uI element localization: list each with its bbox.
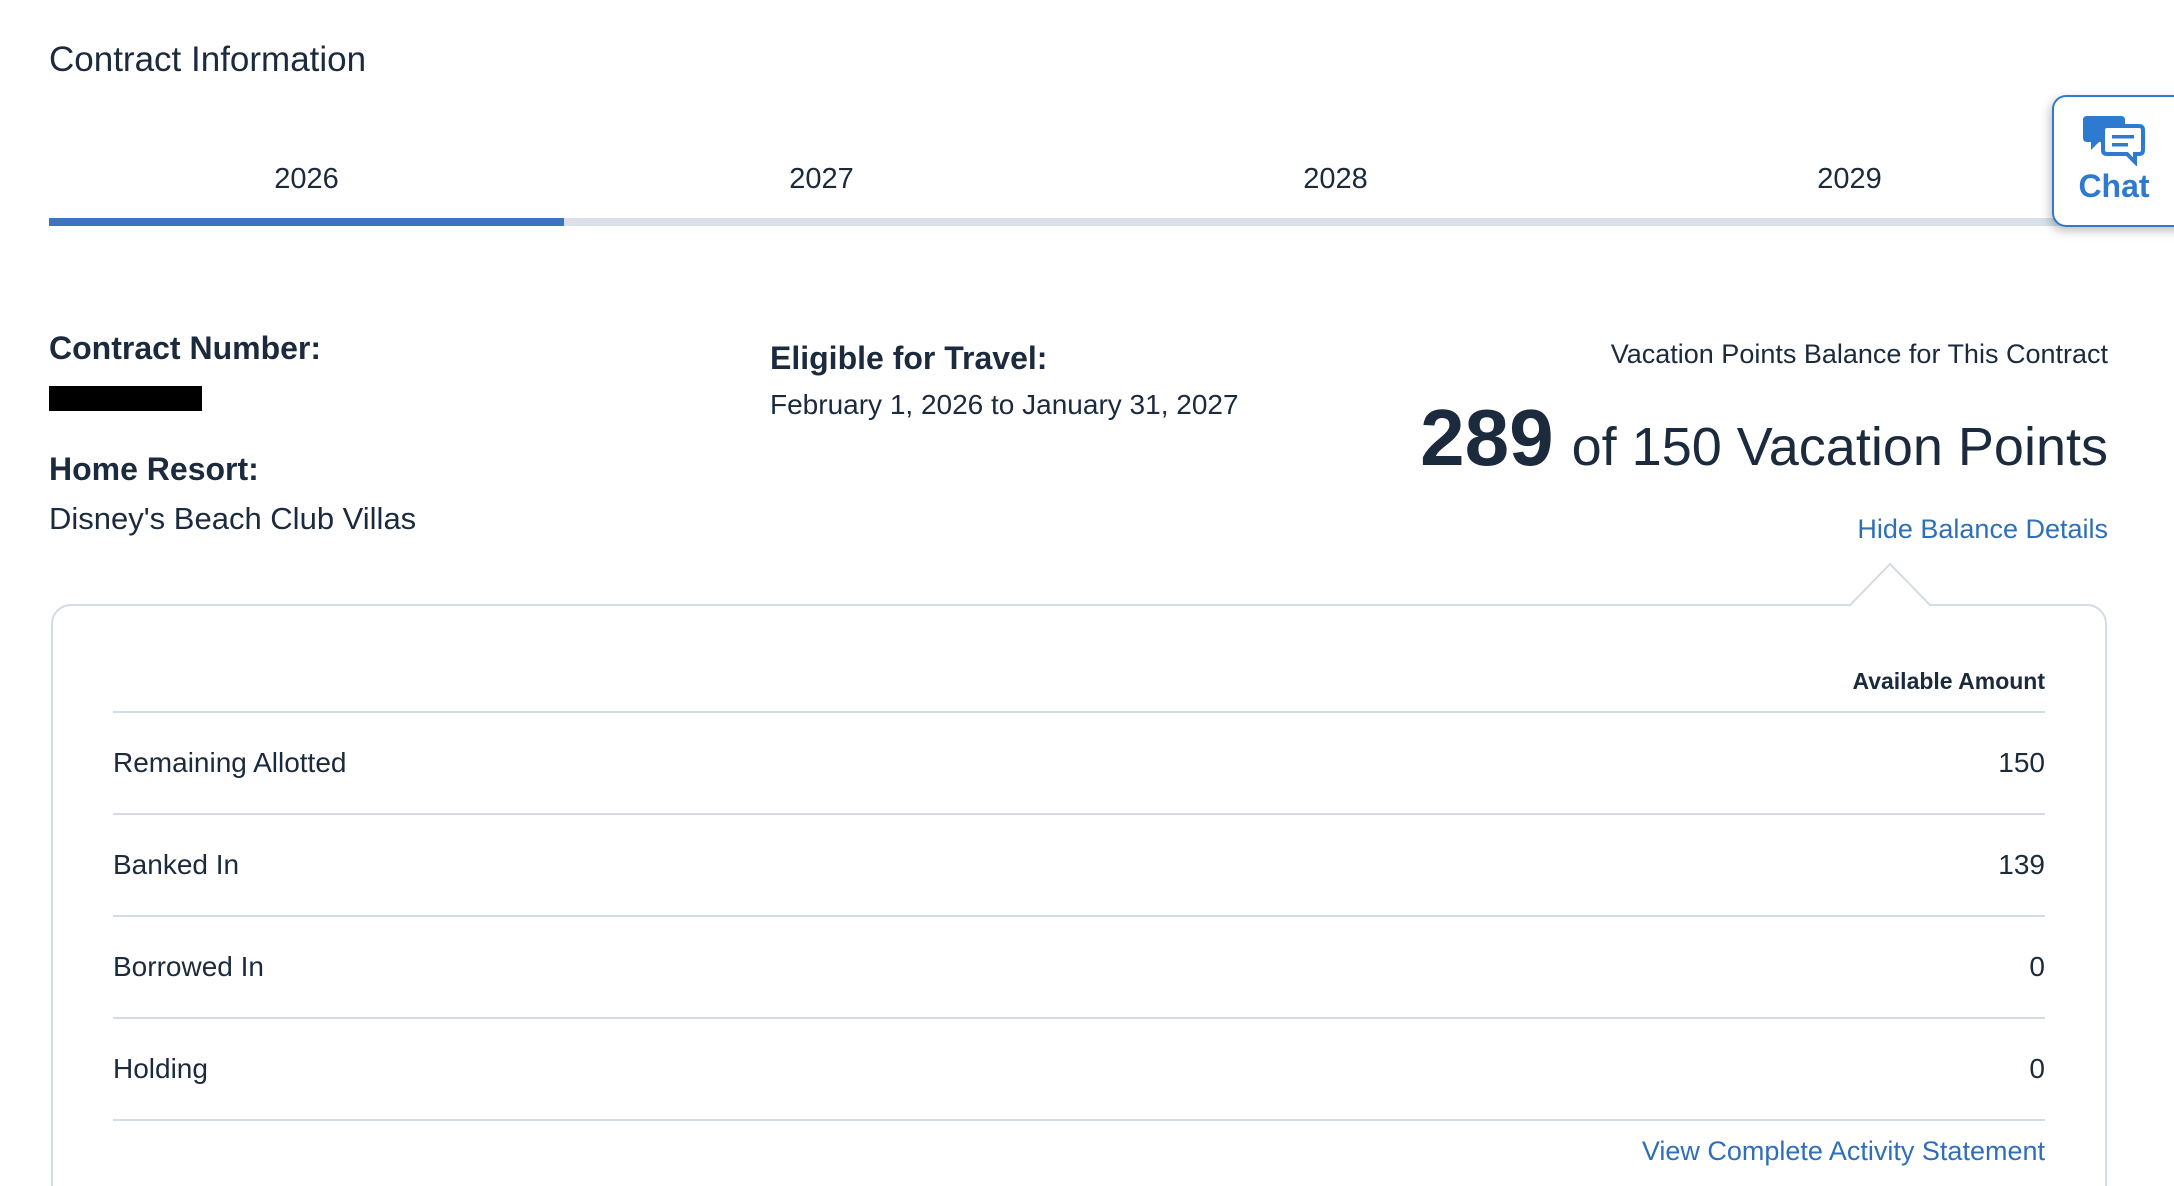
- contract-information-page: Contract Information 2026 2027 2028 2029…: [0, 0, 2174, 1186]
- tab-2029[interactable]: 2029: [1592, 140, 2107, 218]
- contract-number-label: Contract Number:: [49, 330, 322, 366]
- tab-2028[interactable]: 2028: [1078, 140, 1593, 218]
- view-activity-statement-link[interactable]: View Complete Activity Statement: [1642, 1136, 2045, 1167]
- section-title: Contract Information: [49, 40, 367, 79]
- table-row: Holding 0: [113, 1019, 2045, 1121]
- chat-button[interactable]: Chat: [2052, 95, 2174, 227]
- points-balance: 289 of 150 Vacation Points: [1420, 398, 2108, 478]
- row-label: Remaining Allotted: [113, 747, 347, 778]
- row-value: 0: [2029, 1053, 2045, 1084]
- row-label: Borrowed In: [113, 951, 264, 982]
- home-resort-value: Disney's Beach Club Villas: [49, 501, 417, 536]
- table-row: Remaining Allotted 150: [113, 713, 2045, 815]
- tab-selected-indicator: [49, 218, 564, 226]
- table-row: Borrowed In 0: [113, 917, 2045, 1019]
- row-value: 139: [1998, 849, 2045, 880]
- tab-2026[interactable]: 2026: [49, 140, 564, 218]
- row-label: Holding: [113, 1053, 208, 1084]
- chat-label: Chat: [2078, 167, 2150, 204]
- table-row: Banked In 139: [113, 815, 2045, 917]
- points-balance-total: of 150 Vacation Points: [1571, 417, 2108, 477]
- eligible-for-travel-value: February 1, 2026 to January 31, 2027: [770, 389, 1239, 420]
- chat-bubbles-icon: [2083, 115, 2145, 166]
- contract-number-redacted: [49, 386, 202, 411]
- tab-2027[interactable]: 2027: [564, 140, 1079, 218]
- balance-caption: Vacation Points Balance for This Contrac…: [1610, 339, 2108, 369]
- row-label: Banked In: [113, 849, 240, 880]
- points-balance-current: 289: [1420, 393, 1554, 482]
- row-value: 0: [2029, 951, 2045, 982]
- row-value: 150: [1998, 747, 2045, 778]
- year-tabs: 2026 2027 2028 2029: [49, 140, 2174, 226]
- home-resort-label: Home Resort:: [49, 451, 259, 487]
- available-amount-header: Available Amount: [1852, 668, 2045, 694]
- hide-balance-details-link[interactable]: Hide Balance Details: [1857, 514, 2108, 545]
- eligible-for-travel-label: Eligible for Travel:: [770, 340, 1048, 376]
